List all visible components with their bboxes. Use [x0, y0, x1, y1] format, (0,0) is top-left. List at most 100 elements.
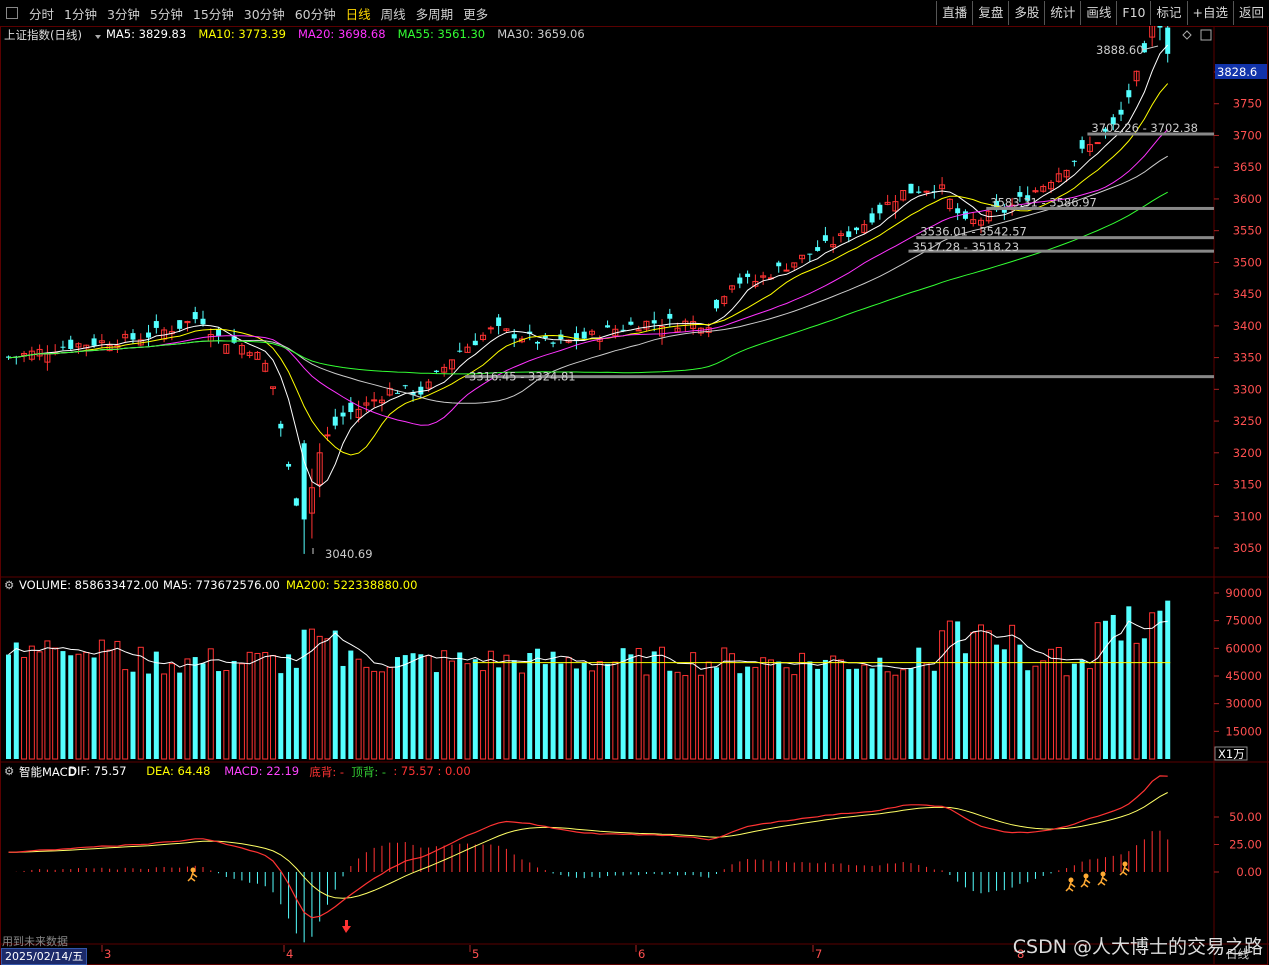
- chart-canvas[interactable]: 3800375037003650360035503500345034003350…: [0, 26, 1269, 965]
- candle-body-down: [146, 332, 152, 338]
- volume-bar-down: [869, 668, 875, 759]
- volume-bar-down: [511, 660, 517, 759]
- tab-30min[interactable]: 30分钟: [239, 4, 290, 23]
- candle-body-down: [558, 334, 564, 340]
- stats-button[interactable]: 统计: [1044, 1, 1080, 25]
- volume-bar-down: [332, 630, 338, 759]
- f10-button[interactable]: F10: [1116, 1, 1150, 25]
- draw-line-button[interactable]: 画线: [1080, 1, 1116, 25]
- volume-ma5-label: MA5: 773672576.00: [163, 578, 280, 592]
- volume-bar-down: [620, 648, 626, 759]
- price-tick-label: 3750: [1233, 97, 1262, 111]
- mark-button[interactable]: 标记: [1150, 1, 1186, 25]
- ma20-line: [8, 129, 1169, 426]
- candle-body-up: [923, 190, 930, 193]
- volume-bar-up: [378, 671, 385, 760]
- volume-bar-down: [457, 652, 463, 759]
- chart-frame: [0, 26, 1268, 965]
- add-watchlist-button[interactable]: +自选: [1186, 1, 1233, 25]
- tab-daily[interactable]: 日线: [341, 4, 376, 23]
- candle-body-down: [340, 412, 346, 417]
- volume-bar-down: [916, 647, 922, 759]
- gap-label: 3517.28 - 3518.23: [912, 240, 1019, 254]
- candle-body-down: [130, 333, 136, 340]
- tab-fenshi[interactable]: 分时: [24, 4, 59, 23]
- volume-ma200-label: MA200: 522338880.00: [286, 578, 418, 592]
- candle-body-down: [628, 321, 634, 325]
- ma-label-4: MA30: 3659.06: [497, 27, 585, 41]
- candle-body-down: [1079, 140, 1085, 149]
- volume-bar-down: [535, 648, 541, 759]
- watermark: CSDN @人大博士的交易之路: [1012, 936, 1263, 958]
- volume-bar-up: [36, 651, 43, 760]
- volume-bar-up: [503, 654, 510, 760]
- tab-1min[interactable]: 1分钟: [59, 4, 102, 23]
- volume-bar-down: [192, 657, 198, 759]
- window-icon[interactable]: [6, 7, 18, 19]
- volume-bar-down: [433, 672, 439, 759]
- ma30-line: [8, 155, 1168, 404]
- volume-bar-up: [612, 661, 619, 760]
- candle-body-up: [783, 269, 790, 272]
- volume-bar-up: [884, 671, 891, 760]
- volume-bar-up: [861, 664, 868, 760]
- volume-bar-up: [44, 640, 51, 760]
- candle-body-down: [908, 183, 914, 194]
- replay-button[interactable]: 复盘: [972, 1, 1008, 25]
- candle-body-down: [605, 325, 611, 328]
- tab-more[interactable]: 更多: [458, 4, 493, 23]
- volume-bar-down: [745, 666, 751, 759]
- volume-bar-up: [799, 652, 806, 760]
- volume-bar-down: [573, 668, 579, 759]
- volume-bar-down: [1141, 638, 1147, 759]
- tab-weekly[interactable]: 周线: [376, 4, 411, 23]
- multi-stock-button[interactable]: 多股: [1008, 1, 1044, 25]
- volume-bar-down: [776, 661, 782, 759]
- volume-tick-label: 30000: [1225, 697, 1262, 711]
- candle-body-down: [433, 370, 439, 373]
- volume-bar-up: [1086, 668, 1093, 760]
- volume-bar-down: [651, 651, 657, 759]
- tab-3min[interactable]: 3分钟: [102, 4, 145, 23]
- buy-signal-arrow: [342, 920, 351, 933]
- price-tick-label: 3400: [1233, 319, 1262, 333]
- candle-body-down: [496, 317, 502, 326]
- candle-body-down: [1118, 109, 1124, 115]
- gap-label: 3702.26 - 3702.38: [1091, 121, 1198, 135]
- tab-60min[interactable]: 60分钟: [290, 4, 341, 23]
- volume-bar-up: [791, 674, 798, 760]
- volume-bar-up: [425, 655, 432, 760]
- volume-bar-down: [605, 663, 611, 759]
- volume-bar-up: [729, 653, 736, 760]
- volume-tick-label: 15000: [1225, 724, 1262, 738]
- volume-bar-up: [596, 661, 603, 760]
- volume-bar-down: [558, 663, 564, 759]
- tab-15min[interactable]: 15分钟: [188, 4, 239, 23]
- panel-toggle-icon: [1200, 29, 1212, 41]
- candle-body-down: [192, 312, 198, 320]
- macd-top-divergence-label: 顶背: -: [351, 765, 387, 779]
- volume-bar-up: [783, 667, 790, 760]
- volume-bar-up: [254, 652, 261, 760]
- volume-bar-up: [1040, 660, 1047, 760]
- price-tick-label: 3550: [1233, 224, 1262, 238]
- candle-body-down: [535, 341, 541, 344]
- volume-bar-up: [106, 649, 113, 760]
- live-button[interactable]: 直播: [936, 1, 972, 25]
- price-tick-label: 3100: [1233, 509, 1262, 523]
- candle-body-down: [815, 247, 821, 251]
- macd-dif-line: [8, 775, 1168, 919]
- candle-body-down: [651, 320, 657, 324]
- price-panel-title: 上证指数(日线): [4, 28, 82, 42]
- gap-band: [465, 375, 1214, 379]
- volume-bar-down: [1025, 670, 1031, 759]
- tab-5min[interactable]: 5分钟: [145, 4, 188, 23]
- macd-tick-label: 50.00: [1229, 810, 1262, 824]
- candle-body-down: [745, 273, 751, 277]
- volume-bar-down: [286, 654, 292, 759]
- tab-multi-period[interactable]: 多周期: [411, 4, 459, 23]
- back-button[interactable]: 返回: [1232, 1, 1269, 25]
- volume-bar-down: [278, 673, 284, 759]
- candle-body-down: [962, 211, 968, 219]
- candle-body-down: [581, 331, 587, 339]
